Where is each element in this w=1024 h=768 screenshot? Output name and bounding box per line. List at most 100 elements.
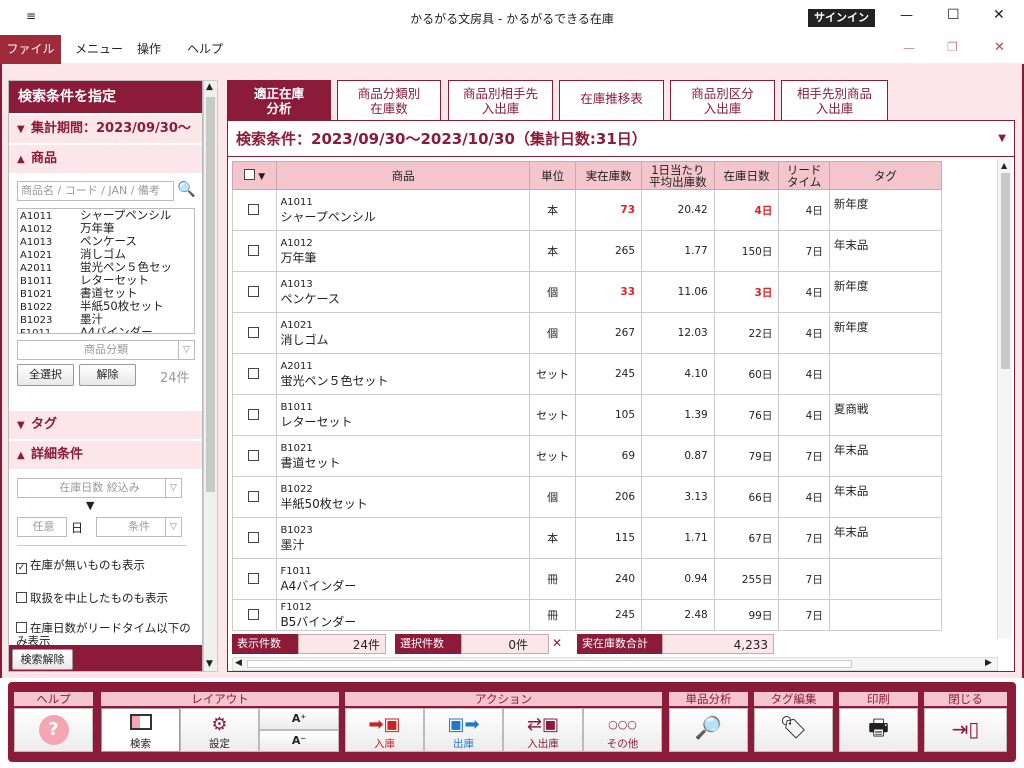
checkbox-icon[interactable] <box>247 531 259 543</box>
left-panel-scrollbar[interactable]: ▲ ▼ <box>203 80 218 672</box>
row-select-cell[interactable] <box>232 312 278 354</box>
header-unit[interactable]: 単位 <box>528 161 577 190</box>
row-select-cell[interactable] <box>232 271 278 313</box>
item-analysis-button[interactable]: 🔎 <box>669 708 748 752</box>
scroll-thumb[interactable] <box>206 97 215 492</box>
show-discontinued-checkbox[interactable]: 取扱を中止したものも表示 <box>16 590 168 606</box>
checkbox-icon[interactable] <box>247 449 259 461</box>
table-row[interactable]: B1011 レターセット セット 105 1.39 76日 4日 夏商戦 <box>232 394 942 436</box>
detail-section[interactable]: ▲ 詳細条件 <box>9 441 202 469</box>
tab-category-stock[interactable]: 商品分類別 在庫数 <box>337 80 441 120</box>
checkbox-icon[interactable] <box>247 244 259 256</box>
table-row[interactable]: B1023 墨汁 本 115 1.71 67日 7日 年末品 <box>232 517 942 559</box>
tab-proper-stock[interactable]: 適正在庫 分析 <box>227 80 331 120</box>
table-row[interactable]: F1012 B5バインダー 冊 245 2.48 99日 7日 <box>232 599 942 631</box>
row-select-cell[interactable] <box>232 517 278 559</box>
header-tag[interactable]: タグ <box>828 161 942 190</box>
select-all-button[interactable]: 全選択 <box>17 364 74 386</box>
chevron-down-icon[interactable]: ▼ <box>998 121 1006 157</box>
maximize-button[interactable]: ☐ <box>947 7 960 23</box>
header-product[interactable]: 商品 <box>276 161 530 190</box>
scroll-left-icon[interactable]: ◀ <box>235 658 242 668</box>
row-select-cell[interactable] <box>232 599 278 631</box>
search-criteria-bar[interactable]: 検索条件：2023/09/30〜2023/10/30（集計日数:31日） ▼ <box>228 121 1014 157</box>
row-select-cell[interactable] <box>232 353 278 395</box>
doc-restore-icon[interactable]: ❐ <box>947 40 958 54</box>
header-stock[interactable]: 実在庫数 <box>575 161 643 190</box>
search-icon[interactable]: 🔍 <box>177 180 196 198</box>
scroll-up-icon[interactable]: ▲ <box>206 82 213 92</box>
menu-menu[interactable]: メニュー <box>75 35 123 64</box>
help-button[interactable]: ? <box>14 708 93 752</box>
clear-selection-button[interactable]: 解除 <box>79 364 136 386</box>
stock-in-button[interactable]: ➡▣ 入庫 <box>345 708 424 752</box>
row-select-cell[interactable] <box>232 476 278 518</box>
tag-section[interactable]: ▼ タグ <box>9 411 202 439</box>
table-row[interactable]: B1022 半紙50枚セット 個 206 3.13 66日 4日 年末品 <box>232 476 942 518</box>
period-section[interactable]: ▼ 集計期間：2023/09/30〜 <box>9 115 202 143</box>
doc-minimize-icon[interactable]: — <box>903 41 915 55</box>
table-horizontal-scrollbar[interactable]: ◀ ▶ <box>232 657 998 671</box>
print-button[interactable]: 🖶 <box>839 708 918 752</box>
product-list[interactable]: A1011 シャープペンシル A1012 万年筆 A1013 ペンケース A1021 消しゴム… <box>17 208 195 334</box>
checkbox-icon[interactable] <box>247 285 259 297</box>
row-select-cell[interactable] <box>232 435 278 477</box>
other-actions-button[interactable]: ○○○ その他 <box>583 708 662 752</box>
table-row[interactable]: A2011 蛍光ペン５色セット セット 245 4.10 60日 4日 <box>232 353 942 395</box>
category-select[interactable]: 商品分類 ▽ <box>17 340 195 360</box>
row-select-cell[interactable] <box>232 230 278 272</box>
row-select-cell[interactable] <box>232 394 278 436</box>
days-input[interactable]: 任意 <box>17 517 67 537</box>
table-row[interactable]: A1021 消しゴム 個 267 12.03 22日 4日 新年度 <box>232 312 942 354</box>
days-filter-select[interactable]: 在庫日数 絞込み ▽ <box>17 478 182 498</box>
checkbox-icon[interactable] <box>247 608 259 620</box>
tag-edit-button[interactable]: 🏷 <box>754 708 833 752</box>
font-increase-button[interactable]: A⁺ <box>259 708 339 730</box>
header-select-all[interactable]: ▼ <box>232 161 278 190</box>
checkbox-icon[interactable] <box>247 572 259 584</box>
scroll-thumb[interactable] <box>1001 173 1010 369</box>
scroll-right-icon[interactable]: ▶ <box>985 658 992 668</box>
tab-stock-trend[interactable]: 在庫推移表 <box>559 80 664 120</box>
layout-search-button[interactable]: 検索 <box>101 708 180 752</box>
doc-close-icon[interactable]: ✕ <box>994 40 1005 55</box>
product-search-input[interactable]: 商品名 / コード / JAN / 備考 <box>17 181 174 201</box>
table-row[interactable]: F1011 A4バインダー 冊 240 0.94 255日 7日 <box>232 558 942 600</box>
stock-inout-button[interactable]: ⇄▣ 入出庫 <box>503 708 583 752</box>
tab-product-division[interactable]: 商品別区分 入出庫 <box>670 80 775 120</box>
table-vertical-scrollbar[interactable]: ▲ <box>997 159 1012 639</box>
checkbox-icon[interactable] <box>247 203 259 215</box>
header-daily-avg[interactable]: 1日当たり 平均出庫数 <box>641 161 715 190</box>
show-no-stock-checkbox[interactable]: ✓ 在庫が無いものも表示 <box>16 557 145 574</box>
search-clear-button[interactable]: 検索解除 <box>12 649 73 670</box>
scroll-up-icon[interactable]: ▲ <box>1001 161 1007 170</box>
close-button[interactable]: ✕ <box>993 7 1005 23</box>
clear-selection-icon[interactable]: ✕ <box>552 636 562 650</box>
product-list-item[interactable]: B1022 半紙50枚セット <box>18 300 194 314</box>
checkbox-icon[interactable] <box>247 408 259 420</box>
menu-help[interactable]: ヘルプ <box>187 35 223 64</box>
signin-button[interactable]: サインイン <box>808 9 875 27</box>
tab-partner-product[interactable]: 相手先別商品 入出庫 <box>781 80 888 120</box>
close-app-button[interactable]: ⇥▯ <box>924 708 1007 752</box>
minimize-button[interactable]: — <box>900 8 913 23</box>
header-lead-time[interactable]: リード タイム <box>778 161 830 190</box>
table-row[interactable]: A1011 シャープペンシル本 73 20.42 4日 4日 新年度 <box>232 189 942 231</box>
checkbox-icon[interactable] <box>247 367 259 379</box>
menu-operation[interactable]: 操作 <box>137 35 161 64</box>
table-row[interactable]: A1013 ペンケース 個 33 11.06 3日 4日 新年度 <box>232 271 942 313</box>
row-select-cell[interactable] <box>232 189 278 231</box>
checkbox-icon[interactable] <box>244 168 256 180</box>
product-section[interactable]: ▲ 商品 <box>9 145 202 173</box>
layout-settings-button[interactable]: ⚙ 設定 <box>180 708 259 752</box>
tab-product-partner[interactable]: 商品別相手先 入出庫 <box>448 80 553 120</box>
header-days[interactable]: 在庫日数 <box>713 161 780 190</box>
checkbox-icon[interactable] <box>247 326 259 338</box>
condition-select[interactable]: 条件 ▽ <box>96 517 182 537</box>
stock-out-button[interactable]: ▣➡ 出庫 <box>424 708 503 752</box>
scroll-down-icon[interactable]: ▼ <box>206 659 213 669</box>
font-decrease-button[interactable]: A⁻ <box>259 730 339 752</box>
checkbox-icon[interactable] <box>247 490 259 502</box>
scroll-thumb[interactable] <box>247 660 852 668</box>
table-row[interactable]: B1021 書道セット セット 69 0.87 79日 7日 年末品 <box>232 435 942 477</box>
